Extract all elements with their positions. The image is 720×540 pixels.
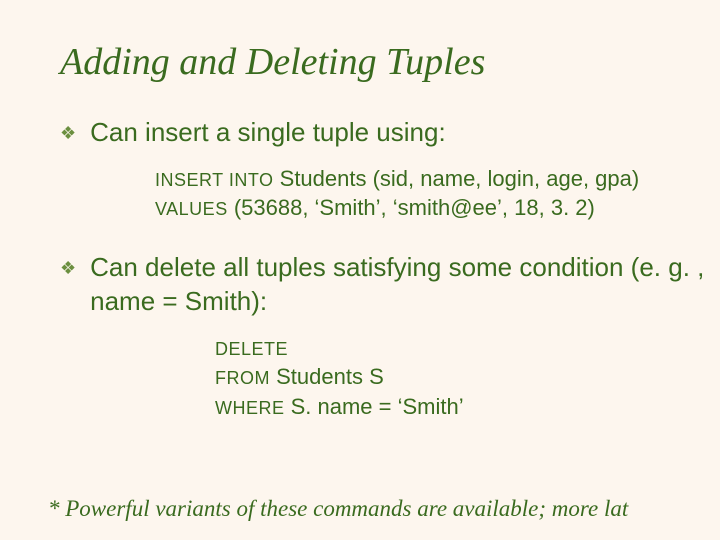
bullet-text: Can insert a single tuple using: [90, 116, 446, 150]
bullet-text: Can delete all tuples satisfying some co… [90, 251, 720, 319]
diamond-bullet-icon: ❖ [60, 122, 76, 145]
footnote: * Powerful variants of these commands ar… [48, 496, 628, 522]
code-line: FROM Students S [215, 362, 720, 392]
code-block-insert: INSERT INTO Students (sid, name, login, … [155, 164, 720, 223]
keyword-from: FROM [215, 368, 270, 388]
code-block-delete: DELETE FROM Students S WHERE S. name = ‘… [215, 333, 720, 422]
code-text: S. name = ‘Smith’ [285, 394, 464, 419]
slide-title: Adding and Deleting Tuples [60, 40, 720, 84]
code-line: WHERE S. name = ‘Smith’ [215, 392, 720, 422]
keyword-insert-into: INSERT INTO [155, 170, 274, 190]
keyword-values: VALUES [155, 199, 228, 219]
bullet-item-2: ❖ Can delete all tuples satisfying some … [60, 251, 720, 319]
code-text: Students S [270, 364, 384, 389]
code-line: DELETE [215, 333, 720, 363]
keyword-where: WHERE [215, 398, 285, 418]
slide: Adding and Deleting Tuples ❖ Can insert … [0, 0, 720, 540]
code-line: VALUES (53688, ‘Smith’, ‘smith@ee’, 18, … [155, 193, 720, 223]
code-line: INSERT INTO Students (sid, name, login, … [155, 164, 720, 194]
code-text: (53688, ‘Smith’, ‘smith@ee’, 18, 3. 2) [228, 195, 595, 220]
bullet-item-1: ❖ Can insert a single tuple using: [60, 116, 720, 150]
code-text: Students (sid, name, login, age, gpa) [274, 166, 640, 191]
keyword-delete: DELETE [215, 339, 288, 359]
diamond-bullet-icon: ❖ [60, 257, 76, 280]
